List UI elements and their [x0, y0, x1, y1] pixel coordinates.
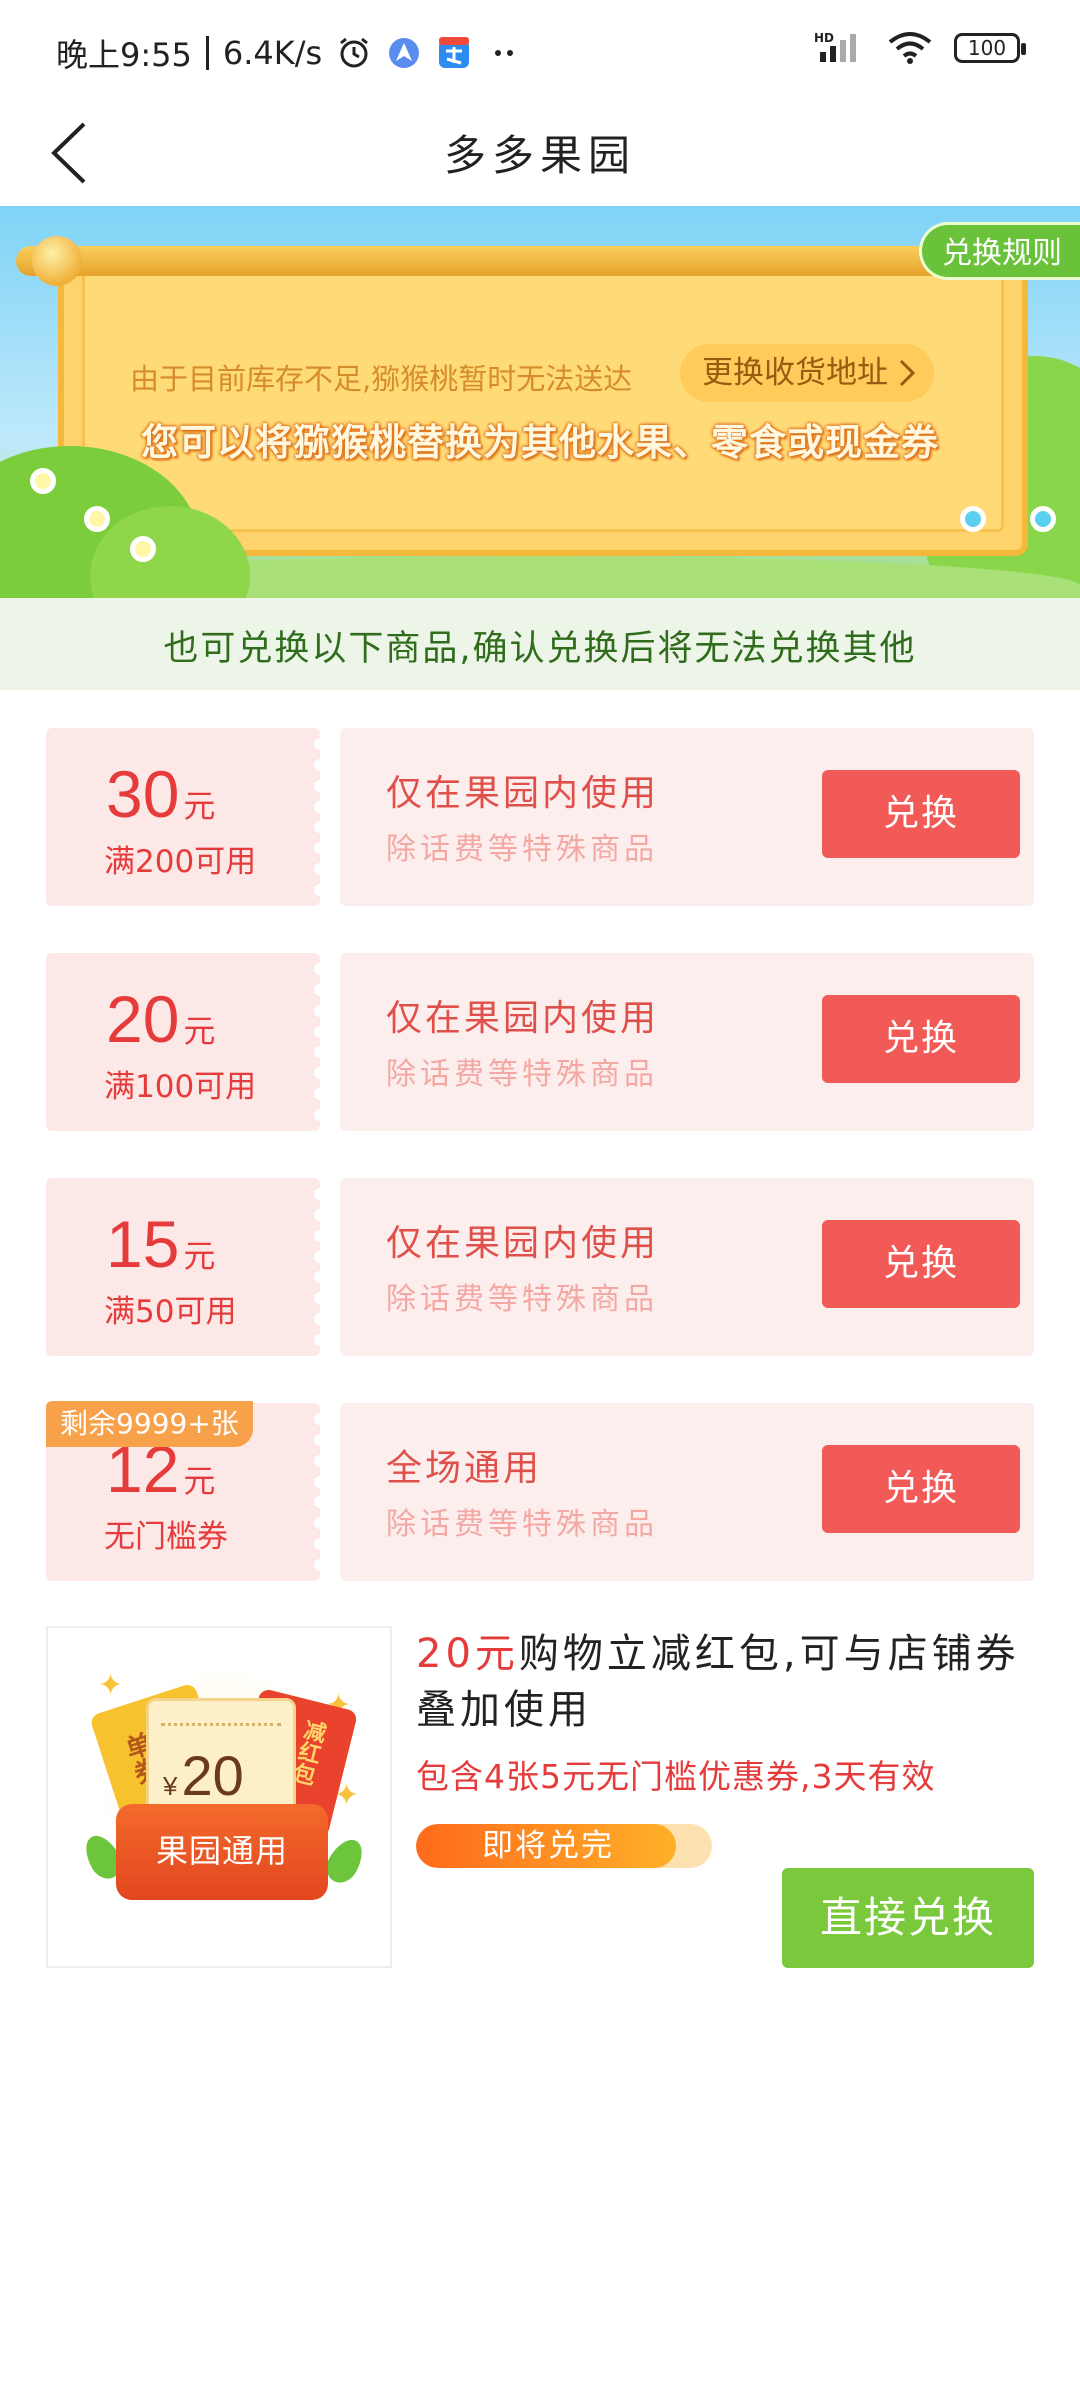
coupon-amount: 15 元: [106, 1206, 215, 1282]
coupon-value-panel: 30 元 满200可用: [46, 728, 320, 906]
coupon-amount: 20 元: [106, 981, 215, 1057]
coupon-title: 仅在果园内使用: [386, 1223, 660, 1264]
coupon-amount-unit: 元: [183, 1237, 216, 1275]
coupon-perforation: [314, 1178, 340, 1356]
wifi-icon: [888, 32, 932, 64]
red-packet-title: 20元购物立减红包,可与店铺券叠加使用: [416, 1626, 1034, 1738]
banner-scroll-knob: [32, 236, 82, 286]
alipay-icon: [439, 37, 470, 68]
flower-icon: [1030, 506, 1056, 532]
exchange-notice-text: 也可兑换以下商品,确认兑换后将无法兑换其他: [163, 629, 917, 669]
redeem-button[interactable]: 兑换: [822, 1445, 1020, 1533]
coupon-condition: 无门槛券: [104, 1519, 228, 1555]
currency-symbol: ¥: [163, 1771, 178, 1801]
app-icon: [389, 38, 420, 68]
status-time: 晚上9:55: [56, 36, 192, 74]
kiwi-notice-banner: 兑换规则 由于目前库存不足,猕猴桃暂时无法送达 更换收货地址 您可以将猕猴桃替换…: [0, 206, 1080, 598]
coupon-amount-number: 20: [106, 982, 180, 1056]
flower-icon: [130, 536, 156, 562]
coupon-amount-unit: 元: [183, 787, 216, 825]
redeem-button[interactable]: 兑换: [822, 770, 1020, 858]
more-dots-icon: [495, 50, 514, 56]
coupon-subtitle: 除话费等特殊商品: [386, 1057, 658, 1092]
coupon-amount-number: 15: [106, 1207, 180, 1281]
change-address-label: 更换收货地址: [702, 355, 888, 391]
red-packet-image[interactable]: ✦ ✦ ✦ 单券 减红包 ¥ 20 果园通用: [46, 1626, 392, 1968]
title-bar: 多多果园: [0, 100, 1080, 206]
coupon-amount-unit: 元: [183, 1462, 216, 1500]
sparkle-icon: ✦: [98, 1668, 124, 1703]
coupon-subtitle: 除话费等特殊商品: [386, 1282, 658, 1317]
coupon-subtitle: 除话费等特殊商品: [386, 1507, 658, 1542]
coupon-subtitle: 除话费等特殊商品: [386, 832, 658, 867]
coupon-title: 全场通用: [386, 1448, 543, 1489]
coupon-title: 仅在果园内使用: [386, 773, 660, 814]
coupon-value-panel: 12 元 无门槛券 剩余9999+张: [46, 1401, 320, 1581]
coupon-title: 仅在果园内使用: [386, 998, 660, 1039]
coupon-info-panel: 全场通用 除话费等特殊商品 兑换: [340, 1403, 1034, 1581]
coupon-info-panel: 仅在果园内使用 除话费等特殊商品 兑换: [340, 1178, 1034, 1356]
change-address-button[interactable]: 更换收货地址: [680, 344, 934, 402]
hd-signal-icon: HD: [814, 31, 856, 62]
redeem-button[interactable]: 兑换: [822, 995, 1020, 1083]
flower-icon: [84, 506, 110, 532]
coupon-perforation: [314, 1403, 340, 1581]
flower-icon: [960, 506, 986, 532]
coupon-value-panel: 15 元 满50可用: [46, 1178, 320, 1356]
coupon-card: 12 元 无门槛券 剩余9999+张 全场通用 除话费等特殊商品 兑换: [46, 1401, 1034, 1581]
stock-progress-label: 即将兑完: [482, 1828, 614, 1864]
coupon-info-panel: 仅在果园内使用 除话费等特殊商品 兑换: [340, 953, 1034, 1131]
status-bar: 晚上9:55 6.4K/s HD 100: [0, 0, 1080, 100]
red-packet-description: 包含4张5元无门槛优惠券,3天有效: [416, 1757, 936, 1796]
coupon-amount: 30 元: [106, 756, 215, 832]
chevron-right-icon: [899, 359, 916, 387]
direct-redeem-button[interactable]: 直接兑换: [782, 1868, 1034, 1968]
red-packet-pocket: 果园通用: [116, 1804, 328, 1900]
redeem-button[interactable]: 兑换: [822, 1220, 1020, 1308]
stock-notice-text: 由于目前库存不足,猕猴桃暂时无法送达: [130, 362, 633, 396]
coupon-amount-number: 30: [106, 757, 180, 831]
pocket-label: 果园通用: [155, 1832, 288, 1870]
red-packet-title-amount: 20元: [416, 1631, 519, 1677]
page-title: 多多果园: [443, 131, 636, 180]
coupon-card: 15 元 满50可用 仅在果园内使用 除话费等特殊商品 兑换: [46, 1178, 1034, 1356]
exchange-rules-button[interactable]: 兑换规则: [919, 222, 1080, 280]
svg-text:HD: HD: [814, 31, 834, 45]
banner-scroll-rod: [16, 246, 1056, 276]
status-right: HD 100: [814, 30, 1026, 66]
status-left: 晚上9:55 6.4K/s: [56, 30, 522, 76]
coupon-perforation: [314, 728, 340, 906]
coupon-condition: 满200可用: [104, 844, 257, 880]
coupon-info-panel: 仅在果园内使用 除话费等特殊商品 兑换: [340, 728, 1034, 906]
voucher-value: ¥ 20: [163, 1743, 244, 1808]
coupon-condition: 满50可用: [104, 1294, 237, 1330]
coupon-card: 20 元 满100可用 仅在果园内使用 除话费等特殊商品 兑换: [46, 953, 1034, 1131]
status-network-speed: 6.4K/s: [222, 34, 323, 72]
banner-headline: 您可以将猕猴桃替换为其他水果、零食或现金券: [141, 421, 939, 464]
status-divider: [205, 36, 209, 70]
exchange-notice-strip: 也可兑换以下商品,确认兑换后将无法兑换其他: [0, 598, 1080, 690]
red-packet-offer: ✦ ✦ ✦ 单券 减红包 ¥ 20 果园通用 20元购物立减红包,可与店铺券叠加…: [46, 1626, 1034, 1968]
alarm-icon: [340, 37, 369, 68]
coupon-amount-unit: 元: [183, 1012, 216, 1050]
battery-icon: 100: [954, 33, 1026, 63]
voucher-amount: 20: [181, 1744, 244, 1807]
stock-progress-bar: 即将兑完: [416, 1824, 712, 1868]
coupon-perforation: [314, 953, 340, 1131]
coupon-card: 30 元 满200可用 仅在果园内使用 除话费等特殊商品 兑换: [46, 728, 1034, 906]
coupon-value-panel: 20 元 满100可用: [46, 953, 320, 1131]
flower-icon: [30, 468, 56, 494]
coupon-condition: 满100可用: [104, 1069, 257, 1105]
stock-remaining-badge: 剩余9999+张: [46, 1401, 253, 1447]
